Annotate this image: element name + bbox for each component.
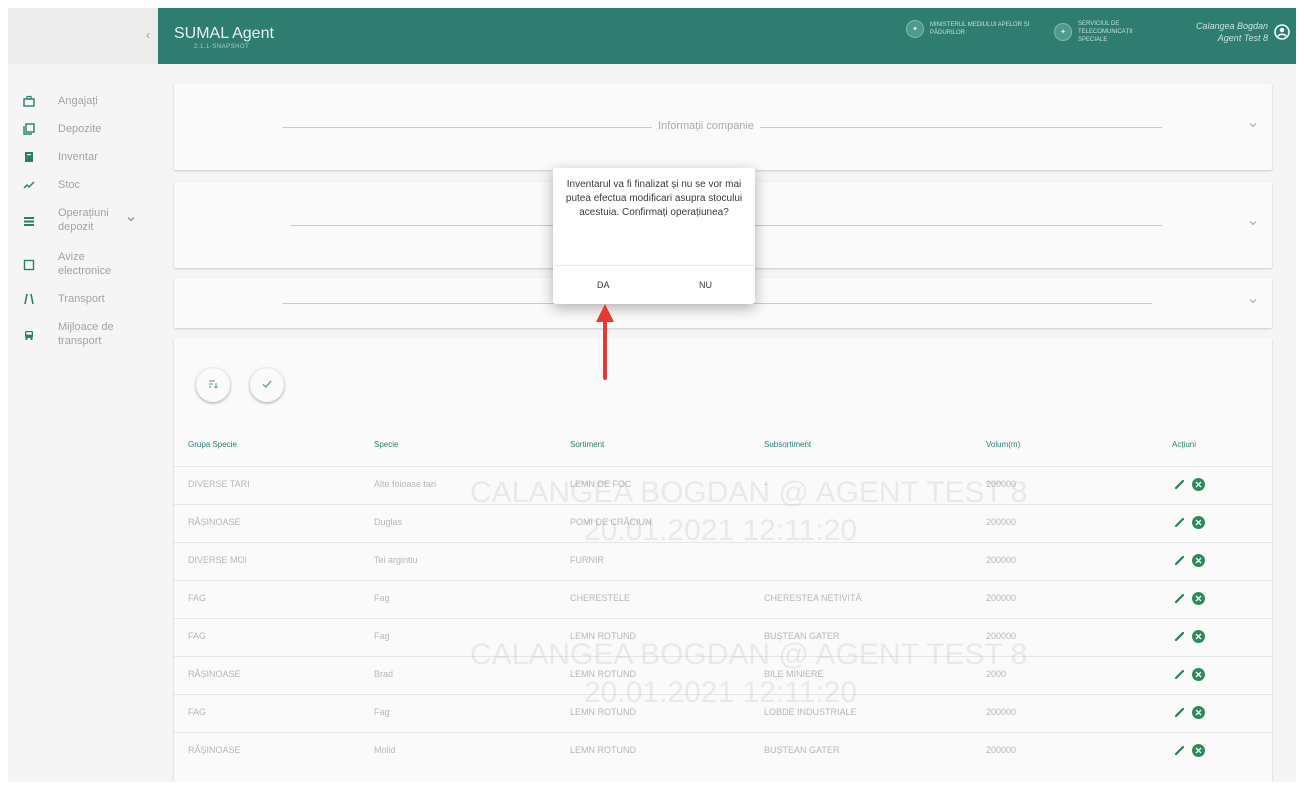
dialog-overlay [8,8,1296,782]
app-window: ‹ Angajați Depozite Inventar Stoc Operaț… [8,8,1296,782]
confirm-dialog: Inventarul va fi finalizat și nu se vor … [553,168,755,304]
dialog-divider [553,265,755,266]
dialog-message: Inventarul va fi finalizat și nu se vor … [565,179,743,218]
confirm-no-button[interactable]: NU [699,280,712,290]
confirm-yes-button[interactable]: DA [597,280,610,290]
annotation-arrow-icon [596,304,614,380]
